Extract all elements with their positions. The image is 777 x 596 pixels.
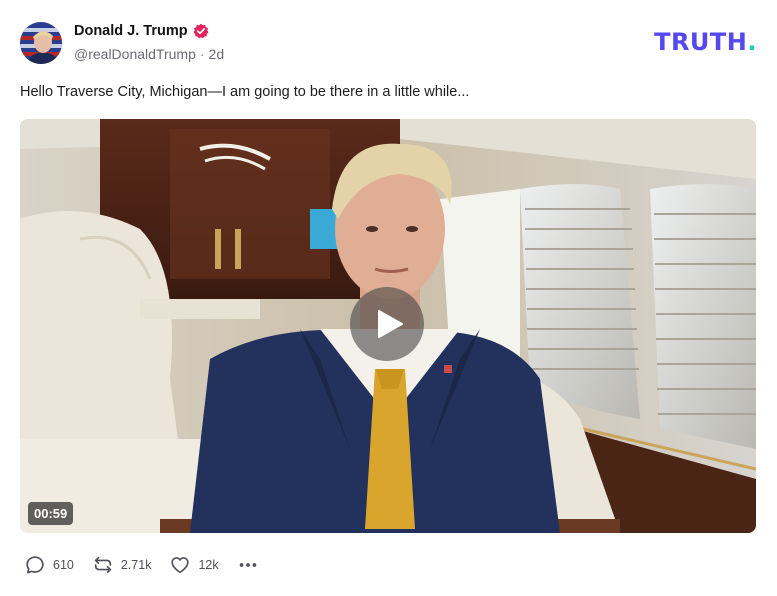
post-timestamp[interactable]: 2d — [209, 46, 225, 62]
retruth-icon — [94, 556, 112, 574]
action-bar: 610 2.71k 12k — [24, 552, 259, 578]
video-duration: 00:59 — [28, 502, 74, 525]
retruth-count: 2.71k — [120, 558, 152, 572]
video-player[interactable]: 00:59 — [20, 119, 756, 533]
reply-bubble-icon — [26, 556, 44, 574]
post-text: Hello Traverse City, Michigan—I am going… — [20, 84, 470, 100]
author-name-text[interactable]: Donald J. Trump — [74, 23, 188, 39]
author-name[interactable]: Donald J. Trump — [74, 23, 209, 39]
avatar[interactable] — [20, 22, 62, 64]
play-icon — [377, 310, 403, 338]
retruth-button[interactable]: 2.71k — [92, 554, 152, 576]
separator-dot: · — [199, 46, 205, 62]
heart-icon — [171, 557, 190, 574]
truth-logo[interactable]: TRUTH. — [654, 30, 757, 54]
handle-row: @realDonaldTrump · 2d — [74, 46, 224, 62]
like-button[interactable]: 12k — [169, 554, 219, 576]
like-count: 12k — [198, 558, 219, 572]
reply-button[interactable]: 610 — [24, 554, 74, 576]
brand-name: TRUTH — [654, 28, 748, 56]
reply-count: 610 — [53, 558, 74, 572]
verified-badge-icon — [193, 23, 209, 39]
author-handle[interactable]: @realDonaldTrump — [74, 46, 196, 62]
brand-dot: . — [747, 28, 757, 56]
play-button[interactable] — [350, 287, 424, 361]
more-dots-icon[interactable] — [237, 554, 259, 576]
post-card: Donald J. Trump @realDonaldTrump · 2d TR… — [0, 0, 777, 596]
